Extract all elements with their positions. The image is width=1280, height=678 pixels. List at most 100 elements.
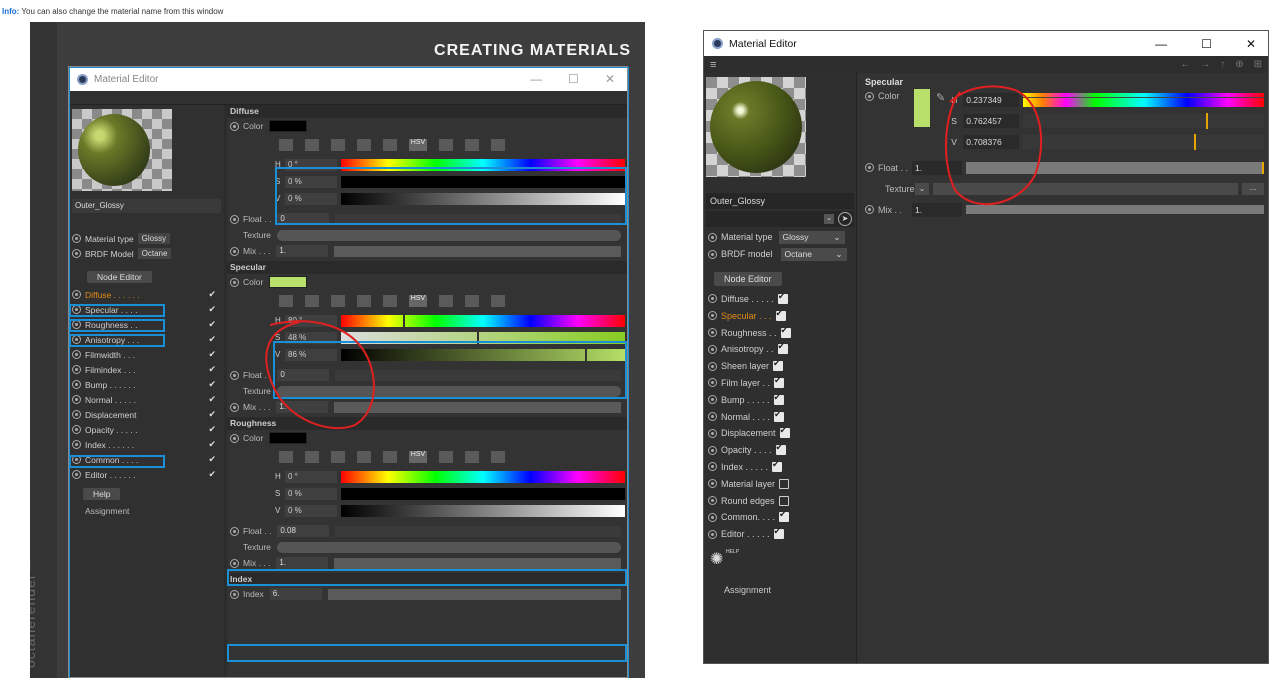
radio-icon[interactable] xyxy=(708,445,717,455)
sat-value: 48 % xyxy=(285,331,337,344)
radio-icon[interactable] xyxy=(708,529,717,539)
channel-checkbox[interactable] xyxy=(773,526,784,540)
channel-item[interactable]: Material layer xyxy=(704,475,856,492)
back-arrow-icon[interactable]: ← xyxy=(1180,59,1190,70)
mix-slider[interactable] xyxy=(966,205,1264,214)
channel-checkbox[interactable] xyxy=(777,341,788,355)
radio-icon[interactable] xyxy=(708,378,717,388)
radio-icon[interactable] xyxy=(708,294,717,304)
mix-label: Mix . . . xyxy=(243,246,271,256)
channel-item[interactable]: Anisotropy . . xyxy=(704,341,856,358)
check-icon: ✔ xyxy=(208,379,216,389)
channel-checkbox[interactable] xyxy=(779,478,790,489)
channel-item[interactable]: Common. . . . xyxy=(704,509,856,526)
channel-item[interactable]: Sheen layer xyxy=(704,358,856,375)
mix-slider xyxy=(334,557,621,569)
float-slider[interactable] xyxy=(966,161,1264,174)
float-slider xyxy=(335,525,621,537)
radio-icon[interactable] xyxy=(708,496,717,506)
val-bar[interactable] xyxy=(1023,133,1264,150)
radio-icon[interactable] xyxy=(865,92,874,101)
channel-checkbox[interactable] xyxy=(774,409,785,422)
chevron-down-icon: ⌄ xyxy=(835,248,843,259)
mix-value[interactable]: 1. xyxy=(912,202,962,217)
new-window-icon[interactable]: ⊞ xyxy=(1254,59,1262,70)
tutorial-color-tools: HSV xyxy=(227,134,627,156)
wheel-tool-icon xyxy=(305,139,319,151)
channel-item[interactable]: Roughness . . xyxy=(704,324,856,341)
channel-item[interactable]: Diffuse . . . . . xyxy=(704,291,856,308)
hamburger-menu-icon[interactable]: ≡ xyxy=(710,59,716,71)
specular-color-swatch[interactable] xyxy=(914,89,930,127)
up-arrow-icon[interactable]: ↑ xyxy=(1220,59,1225,70)
channel-checkbox[interactable] xyxy=(779,509,790,523)
material-name-field[interactable]: Outer_Glossy xyxy=(706,193,854,209)
image-tool-icon xyxy=(357,139,371,151)
texture-slot[interactable] xyxy=(933,182,1238,195)
channel-item[interactable]: Editor . . . . . xyxy=(704,526,856,543)
material-type-select[interactable]: Glossy ⌄ xyxy=(778,230,845,244)
radio-icon[interactable] xyxy=(708,512,717,522)
channel-checkbox[interactable] xyxy=(779,425,790,439)
channel-item[interactable]: Index . . . . . xyxy=(704,459,856,476)
channel-checkbox[interactable] xyxy=(773,392,784,405)
channel-checkbox[interactable] xyxy=(774,375,785,388)
texture-dropdown-icon[interactable]: ⌄ xyxy=(915,182,929,195)
radio-icon[interactable] xyxy=(708,395,717,405)
radio-icon[interactable] xyxy=(708,328,717,338)
channel-checkbox[interactable] xyxy=(775,308,786,321)
channel-checkbox[interactable] xyxy=(777,291,788,304)
brdf-select[interactable]: Octane ⌄ xyxy=(780,247,847,261)
radio-icon xyxy=(72,350,81,359)
dropdown-chevron-icon[interactable]: ⌄ xyxy=(824,214,834,224)
tutorial-index-row: Index 6. xyxy=(227,586,627,602)
minimize-button[interactable]: — xyxy=(1155,37,1167,51)
eyedropper-icon[interactable]: ✎ xyxy=(936,91,945,104)
material-preview[interactable] xyxy=(706,77,806,177)
hue-bar[interactable] xyxy=(1023,92,1264,107)
tutorial-material-editor-window: Material Editor — ☐ ✕ Outer_Glossy Materia… xyxy=(68,66,629,678)
sat-bar[interactable] xyxy=(1023,112,1264,129)
channel-item[interactable]: Opacity . . . . xyxy=(704,442,856,459)
hue-value[interactable]: 0.237349 xyxy=(963,92,1020,107)
channel-checkbox[interactable] xyxy=(773,358,784,372)
channel-item[interactable]: Round edges xyxy=(704,492,856,509)
channel-checkbox[interactable] xyxy=(780,325,791,338)
sat-value[interactable]: 0.762457 xyxy=(963,113,1020,128)
pick-arrow-icon[interactable]: ➤ xyxy=(838,212,852,226)
lock-icon[interactable]: ⊕ xyxy=(1235,59,1243,70)
channel-item[interactable]: Specular . . . xyxy=(704,307,856,324)
radio-icon[interactable] xyxy=(708,479,717,489)
radio-icon[interactable] xyxy=(708,232,717,242)
assignment-label[interactable]: Assignment xyxy=(704,571,856,595)
help-icon[interactable]: ✺ HELP xyxy=(704,543,856,571)
radio-icon[interactable] xyxy=(708,462,717,472)
channel-checkbox[interactable] xyxy=(775,442,786,456)
swatches-tool-icon xyxy=(491,451,505,463)
radio-icon[interactable] xyxy=(708,311,717,321)
channel-label: Bump . . . . . xyxy=(721,394,770,405)
radio-icon[interactable] xyxy=(708,361,717,371)
radio-icon[interactable] xyxy=(708,249,717,259)
val-value[interactable]: 0.708376 xyxy=(963,134,1020,149)
channel-checkbox[interactable] xyxy=(772,459,783,472)
channel-checkbox[interactable] xyxy=(778,495,789,506)
radio-icon[interactable] xyxy=(708,412,717,422)
channel-item[interactable]: Bump . . . . . xyxy=(704,391,856,408)
float-value[interactable]: 1. xyxy=(912,160,962,175)
close-button[interactable]: ✕ xyxy=(1246,37,1256,51)
channel-item[interactable]: Displacement xyxy=(704,425,856,442)
radio-icon[interactable] xyxy=(708,344,717,354)
texture-more-button[interactable]: ... xyxy=(1242,182,1264,195)
tutorial-diffuse-float-row: Float . . 0 xyxy=(227,211,627,227)
channel-item[interactable]: Film layer . . xyxy=(704,375,856,392)
radio-icon[interactable] xyxy=(708,428,717,438)
radio-icon[interactable] xyxy=(865,163,874,172)
node-editor-button[interactable]: Node Editor xyxy=(714,271,782,286)
radio-icon[interactable] xyxy=(865,205,874,214)
forward-arrow-icon[interactable]: → xyxy=(1200,59,1210,70)
radio-icon xyxy=(72,455,81,464)
tutorial-roughness-mix-row: Mix . . . 1. xyxy=(227,555,627,571)
maximize-button[interactable]: ☐ xyxy=(1201,37,1212,51)
channel-item[interactable]: Normal . . . . xyxy=(704,408,856,425)
